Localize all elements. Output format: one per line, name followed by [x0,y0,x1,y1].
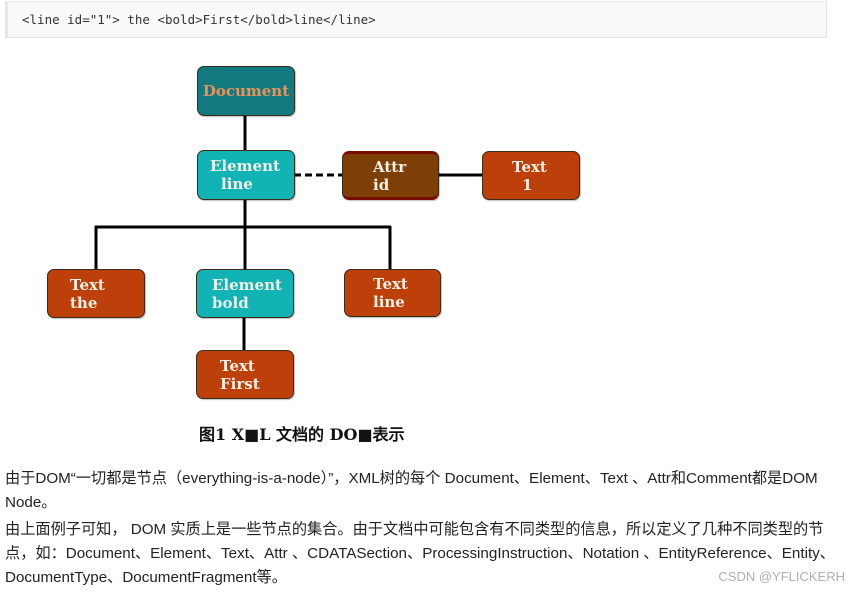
node-element-bold: Element bold [196,269,294,318]
node-text-the-type: Text [70,275,105,294]
node-text-first: Text First [196,350,294,399]
node-element-bold-name: bold [212,293,249,312]
code-snippet: <line id="1"> the <bold>First</bold>line… [22,12,376,27]
node-attr-id-name: id [373,175,390,194]
paragraph-everything-is-a-node: 由于DOM“一切都是节点（everything-is-a-node）”，XML树… [5,470,818,511]
node-text-1-type: Text [512,157,547,176]
node-text-line: Text line [344,269,441,317]
node-text-the-value: the [70,293,98,312]
paragraph-node-types: 由上面例子可知， DOM 实质上是一些节点的集合。由于文档中可能包含有不同类型的… [5,521,835,586]
node-element-line-type: Element [210,157,280,175]
node-attr-id-type: Attr [373,157,407,176]
node-text-line-value: line [373,293,405,311]
node-text-the: Text the [47,269,145,318]
watermark: CSDN @YFLICKERH [718,569,845,584]
node-text-1: Text 1 [482,151,580,200]
node-text-1-value: 1 [522,175,533,194]
node-document-type: Document [202,82,290,100]
diagram-edges [94,116,482,351]
node-element-line: Element line [197,150,295,200]
node-text-first-type: Text [220,356,255,375]
dom-tree-diagram: Document Element line Attr id Text 1 Tex… [0,50,859,410]
node-element-bold-type: Element [212,275,282,294]
node-document: Document [197,66,295,116]
code-block: <line id="1"> the <bold>First</bold>line… [5,1,827,38]
node-text-line-type: Text [373,275,408,293]
node-element-line-name: line [221,175,253,193]
figure-caption: 图1 X■L 文档的 DO■表示 [199,425,405,444]
node-text-first-value: First [220,374,260,393]
node-attr-id: Attr id [342,151,439,200]
